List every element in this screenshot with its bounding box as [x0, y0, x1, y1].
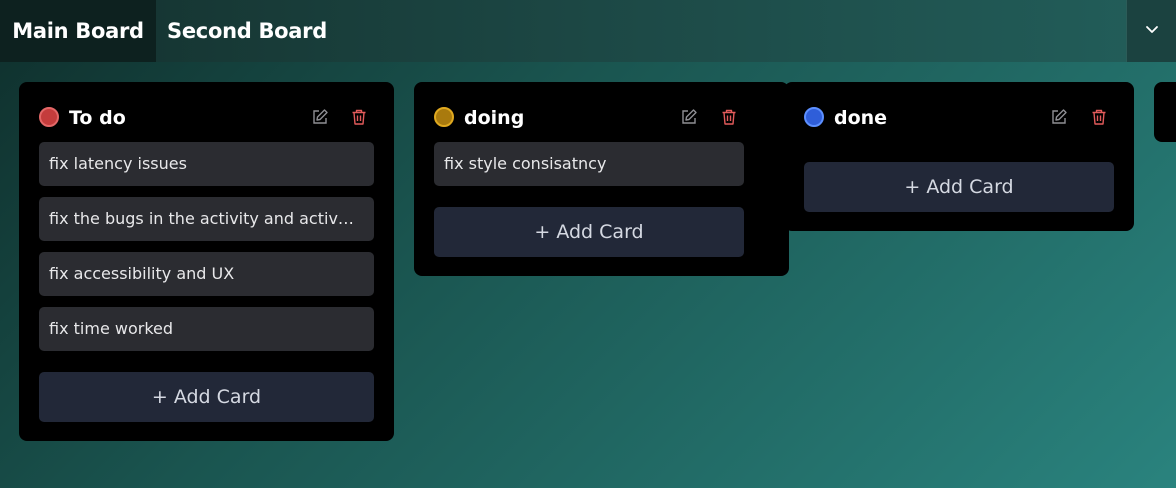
- tab-second-board[interactable]: Second Board: [156, 0, 338, 62]
- trash-icon[interactable]: [1088, 106, 1110, 128]
- edit-icon[interactable]: [1048, 106, 1070, 128]
- column-done: done + Add Card: [784, 82, 1134, 231]
- add-card-button[interactable]: + Add Card: [39, 372, 374, 422]
- board-menu-button[interactable]: [1126, 0, 1176, 62]
- column-title: done: [834, 107, 888, 129]
- edit-icon[interactable]: [678, 106, 700, 128]
- column-doing: doing fix style consisatncy + Add Card: [414, 82, 789, 276]
- task-card[interactable]: fix latency issues: [39, 142, 374, 186]
- column-partial: [1154, 82, 1176, 142]
- tab-main-board[interactable]: Main Board: [0, 0, 156, 62]
- trash-icon[interactable]: [718, 106, 740, 128]
- edit-icon[interactable]: [309, 106, 331, 128]
- board-tab-bar: Main Board Second Board: [0, 0, 1176, 62]
- column-header: doing: [414, 82, 789, 136]
- chevron-down-icon: [1144, 21, 1160, 41]
- task-card[interactable]: fix time worked: [39, 307, 374, 351]
- status-dot: [804, 107, 824, 127]
- task-card[interactable]: fix the bugs in the activity and activti…: [39, 197, 374, 241]
- status-dot: [39, 107, 59, 127]
- column-header: To do: [19, 82, 394, 136]
- task-card[interactable]: fix style consisatncy: [434, 142, 744, 186]
- trash-icon[interactable]: [348, 106, 370, 128]
- column-todo: To do fix latency issues fix the bugs in…: [19, 82, 394, 441]
- task-card[interactable]: fix accessibility and UX: [39, 252, 374, 296]
- column-title: To do: [69, 107, 126, 129]
- column-header: done: [784, 82, 1134, 136]
- status-dot: [434, 107, 454, 127]
- column-title: doing: [464, 107, 525, 129]
- add-card-button[interactable]: + Add Card: [804, 162, 1114, 212]
- add-card-button[interactable]: + Add Card: [434, 207, 744, 257]
